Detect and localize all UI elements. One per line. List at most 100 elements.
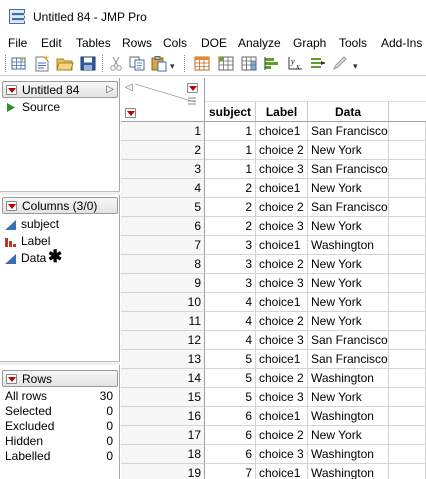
cell-subject[interactable]: 2	[205, 198, 256, 217]
rows-panel-header[interactable]: Rows	[2, 370, 118, 387]
cell-label[interactable]: choice1	[256, 350, 308, 369]
script-pen-icon[interactable]	[331, 55, 349, 72]
table-row[interactable]: 2 1 choice 2 New York	[121, 141, 426, 160]
column-list-icon[interactable]	[187, 96, 197, 106]
cell-subject[interactable]: 5	[205, 350, 256, 369]
menu-tables[interactable]: Tables	[76, 36, 111, 50]
row-number[interactable]: 9	[121, 274, 205, 293]
cell-subject[interactable]: 3	[205, 255, 256, 274]
row-number[interactable]: 12	[121, 331, 205, 350]
save-icon[interactable]	[79, 55, 97, 72]
table-row[interactable]: 5 2 choice 2 San Francisco	[121, 198, 426, 217]
toolbar-grip-2[interactable]	[184, 55, 185, 72]
cell-data[interactable]: San Francisco	[308, 198, 389, 217]
table-row[interactable]: 13 5 choice1 San Francisco	[121, 350, 426, 369]
menu-file[interactable]: File	[8, 36, 27, 50]
column-menu-red-triangle-icon[interactable]	[187, 83, 198, 93]
menu-add-ins[interactable]: Add-Ins	[381, 36, 422, 50]
new-script-icon[interactable]	[33, 55, 51, 72]
cell-empty[interactable]	[389, 122, 426, 141]
cell-data[interactable]: San Francisco	[308, 331, 389, 350]
menu-graph[interactable]: Graph	[293, 36, 326, 50]
panel-divider[interactable]	[0, 361, 120, 365]
cell-label[interactable]: choice 3	[256, 331, 308, 350]
formula-asterisk-icon[interactable]: ✱	[48, 247, 62, 267]
cell-subject[interactable]: 5	[205, 388, 256, 407]
cell-subject[interactable]: 5	[205, 369, 256, 388]
table-row[interactable]: 14 5 choice 2 Washington	[121, 369, 426, 388]
red-triangle-menu-icon[interactable]	[6, 85, 17, 95]
table-row[interactable]: 17 6 choice 2 New York	[121, 426, 426, 445]
red-triangle-menu-icon[interactable]	[6, 201, 17, 211]
cell-empty[interactable]	[389, 407, 426, 426]
row-number[interactable]: 2	[121, 141, 205, 160]
cell-empty[interactable]	[389, 198, 426, 217]
menu-doe[interactable]: DOE	[201, 36, 227, 50]
row-number[interactable]: 10	[121, 293, 205, 312]
cell-empty[interactable]	[389, 312, 426, 331]
cell-empty[interactable]	[389, 331, 426, 350]
row-number[interactable]: 18	[121, 445, 205, 464]
disclosure-right-icon[interactable]: ▷	[106, 84, 114, 95]
menu-edit[interactable]: Edit	[41, 36, 62, 50]
cell-empty[interactable]	[389, 141, 426, 160]
cell-label[interactable]: choice 2	[256, 312, 308, 331]
cell-empty[interactable]	[389, 217, 426, 236]
table-row[interactable]: 3 1 choice 3 San Francisco	[121, 160, 426, 179]
source-script[interactable]: Source	[22, 100, 60, 114]
table-row[interactable]: 4 2 choice1 New York	[121, 179, 426, 198]
cell-label[interactable]: choice 3	[256, 274, 308, 293]
toolbar-overflow-icon[interactable]: ▾	[170, 61, 175, 72]
cell-data[interactable]: Washington	[308, 236, 389, 255]
column-header-label[interactable]: Label	[256, 102, 308, 122]
cell-subject[interactable]: 3	[205, 274, 256, 293]
columns-panel-header[interactable]: Columns (3/0)	[2, 197, 118, 214]
cell-empty[interactable]	[389, 179, 426, 198]
cell-label[interactable]: choice 2	[256, 255, 308, 274]
row-menu-red-triangle-icon[interactable]	[125, 108, 136, 118]
table-row[interactable]: 9 3 choice 3 New York	[121, 274, 426, 293]
menu-analyze[interactable]: Analyze	[238, 36, 281, 50]
cell-subject[interactable]: 6	[205, 426, 256, 445]
row-number[interactable]: 11	[121, 312, 205, 331]
cell-label[interactable]: choice 3	[256, 388, 308, 407]
cell-data[interactable]: New York	[308, 141, 389, 160]
row-number[interactable]: 7	[121, 236, 205, 255]
data-grid-icon[interactable]	[193, 55, 211, 72]
row-number[interactable]: 8	[121, 255, 205, 274]
cell-subject[interactable]: 6	[205, 407, 256, 426]
column-header-subject[interactable]: subject	[205, 102, 256, 122]
cell-data[interactable]: Washington	[308, 445, 389, 464]
cell-label[interactable]: choice 3	[256, 445, 308, 464]
distribution-icon[interactable]	[263, 55, 281, 72]
cell-empty[interactable]	[389, 160, 426, 179]
cell-subject[interactable]: 7	[205, 464, 256, 479]
row-number[interactable]: 16	[121, 407, 205, 426]
row-number[interactable]: 17	[121, 426, 205, 445]
row-number[interactable]: 6	[121, 217, 205, 236]
cell-empty[interactable]	[389, 236, 426, 255]
table-row[interactable]: 7 3 choice1 Washington	[121, 236, 426, 255]
cell-empty[interactable]	[389, 445, 426, 464]
table-summary-icon[interactable]	[217, 55, 235, 72]
cell-subject[interactable]: 1	[205, 122, 256, 141]
cell-data[interactable]: New York	[308, 255, 389, 274]
cell-data[interactable]: New York	[308, 312, 389, 331]
cell-empty[interactable]	[389, 426, 426, 445]
cell-label[interactable]: choice 3	[256, 217, 308, 236]
table-row[interactable]: 6 2 choice 3 New York	[121, 217, 426, 236]
cell-subject[interactable]: 6	[205, 445, 256, 464]
table-columns-icon[interactable]	[240, 55, 258, 72]
cell-data[interactable]: Washington	[308, 407, 389, 426]
column-header-empty[interactable]	[389, 102, 426, 122]
table-row[interactable]: 19 7 choice1 Washington	[121, 464, 426, 479]
cell-label[interactable]: choice 2	[256, 141, 308, 160]
grid-corner[interactable]: ◁	[121, 78, 205, 122]
cell-label[interactable]: choice1	[256, 293, 308, 312]
cell-label[interactable]: choice 2	[256, 369, 308, 388]
table-row[interactable]: 15 5 choice 3 New York	[121, 388, 426, 407]
table-row[interactable]: 16 6 choice1 Washington	[121, 407, 426, 426]
open-folder-icon[interactable]	[56, 55, 74, 72]
row-number[interactable]: 5	[121, 198, 205, 217]
cell-data[interactable]: New York	[308, 179, 389, 198]
